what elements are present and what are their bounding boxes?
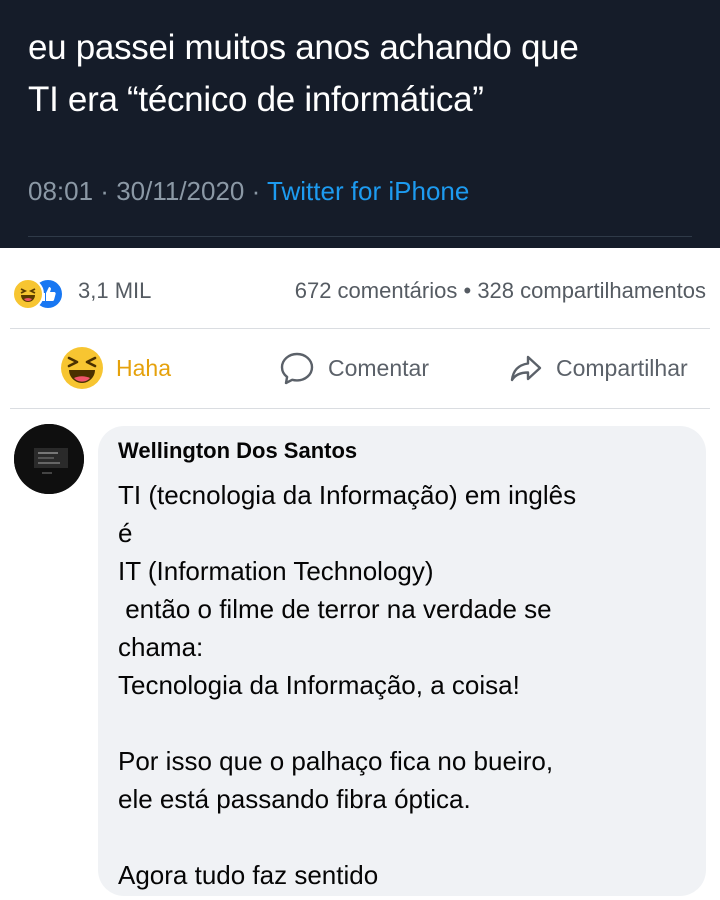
divider [10, 328, 710, 329]
tweet-divider [28, 236, 692, 237]
haha-reaction-button[interactable]: Haha [60, 346, 171, 390]
comment-line [118, 818, 698, 856]
haha-label: Haha [116, 354, 171, 381]
post-stats: 672 comentários • 328 compartilhamentos [295, 278, 706, 304]
tweet-screenshot: eu passei muitos anos achando que TI era… [0, 0, 720, 248]
shares-count[interactable]: 328 compartilhamentos [477, 278, 706, 303]
share-icon [510, 355, 542, 382]
reaction-icons[interactable] [12, 278, 76, 310]
comments-count[interactable]: 672 comentários [295, 278, 458, 303]
comment-button[interactable]: Comentar [278, 346, 429, 390]
haha-emoji-icon [12, 278, 44, 310]
comment-line: IT (Information Technology) [118, 556, 434, 586]
comment-line: TI (tecnologia da Informação) em inglês [118, 480, 577, 510]
comment-label: Comentar [328, 354, 429, 381]
comment-bubble: Wellington Dos Santos TI (tecnologia da … [98, 426, 706, 896]
tweet-line: TI era “técnico de informática” [28, 80, 484, 119]
reaction-count[interactable]: 3,1 MIL [78, 278, 151, 304]
tweet-line: eu passei muitos anos achando que [28, 28, 579, 67]
meta-separator: · [244, 176, 268, 206]
comment-icon [280, 352, 314, 385]
comment-author[interactable]: Wellington Dos Santos [118, 438, 357, 464]
comment-body: TI (tecnologia da Informação) em inglês … [118, 476, 698, 894]
tweet-meta: 08:01 · 30/11/2020 · Twitter for iPhone [28, 176, 469, 207]
divider [10, 408, 710, 409]
comment-line: Tecnologia da Informação, a coisa! [118, 670, 520, 700]
comment-line: é [118, 518, 133, 548]
comment-line: chama: [118, 632, 204, 662]
stats-dot: • [457, 278, 478, 303]
comment-line [118, 704, 698, 742]
comment-line: Agora tudo faz sentido [118, 860, 379, 890]
share-button[interactable]: Compartilhar [508, 346, 688, 390]
tweet-time: 08:01 [28, 176, 94, 206]
post-actions: Haha Comentar Compartilhar [0, 330, 720, 408]
comment-line: ele está passando fibra óptica. [118, 784, 471, 814]
haha-emoji-icon [61, 347, 103, 389]
comment-line: então o filme de terror na verdade se [118, 594, 552, 624]
tweet-text: eu passei muitos anos achando que TI era… [28, 22, 708, 126]
share-label: Compartilhar [556, 354, 688, 381]
comment-line: Por isso que o palhaço fica no bueiro, [118, 746, 554, 776]
tweet-source-link[interactable]: Twitter for iPhone [267, 176, 469, 206]
meta-separator: · [93, 176, 117, 206]
tweet-date: 30/11/2020 [116, 176, 245, 206]
reactions-summary: 3,1 MIL 672 comentários • 328 compartilh… [0, 248, 720, 330]
avatar[interactable] [14, 424, 84, 494]
